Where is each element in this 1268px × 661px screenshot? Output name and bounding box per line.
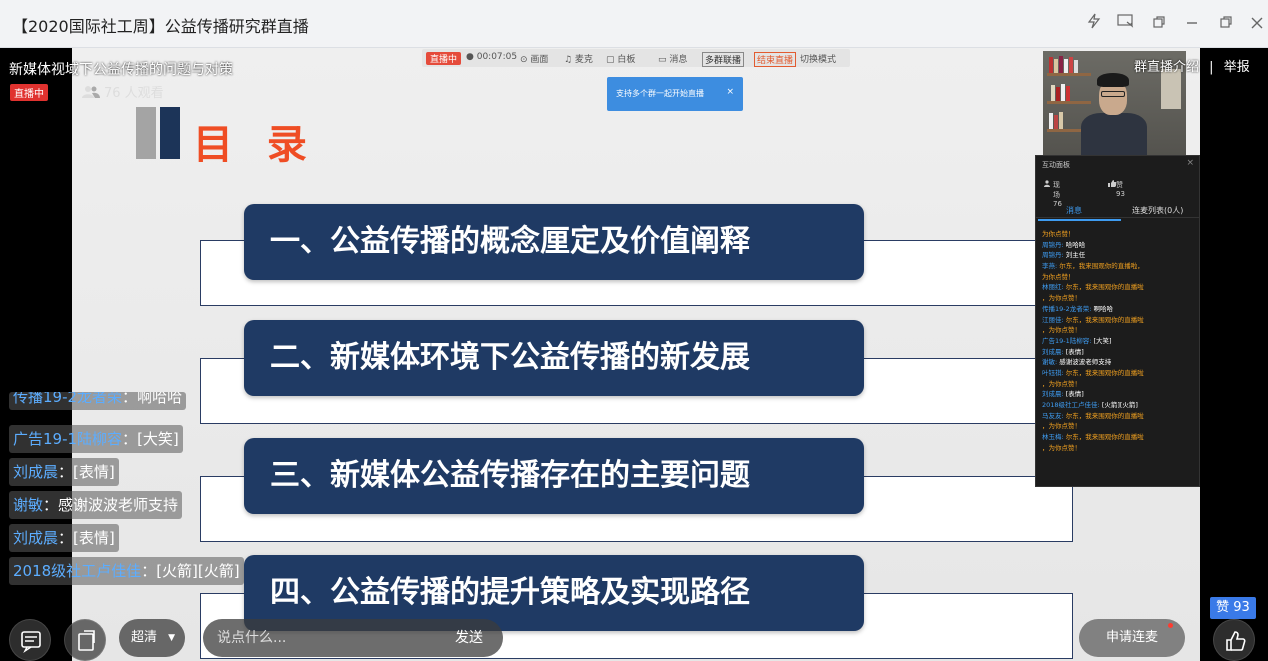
- minimize-icon[interactable]: [1180, 12, 1204, 36]
- viewer-count: 76 人观看: [82, 82, 164, 101]
- stream-item-message: ▭ 消息: [658, 55, 688, 65]
- group-intro-text[interactable]: 群直播介绍: [1134, 60, 1199, 75]
- thumb-icon: [1108, 180, 1116, 187]
- panel-message-list: 为你点赞！ 周锦丹: 哈哈哈 周锦丹: 刘主任 李燕: 尔东，我来围观你的直播啦…: [1042, 229, 1194, 453]
- tab-mic-queue[interactable]: 连麦列表(0人): [1132, 205, 1183, 216]
- heading-decor-navy: [160, 107, 180, 159]
- chat-message: 刘成晨：[表情]: [9, 524, 119, 552]
- live-badge: 直播中: [10, 84, 48, 101]
- list-item: 为你点赞！: [1042, 272, 1075, 281]
- apply-mic-label: 申请连麦: [1105, 630, 1158, 645]
- tooltip-text: 支持多个群一起开始直播: [616, 89, 704, 98]
- stream-item-mic: ♫ 麦克: [564, 55, 593, 65]
- list-item: 叶钰祺: 尔东，我来围观你的直播啦: [1042, 368, 1144, 377]
- notification-dot: [1168, 623, 1173, 628]
- live-title: 新媒体视域下公益传播的问题与对策: [9, 62, 233, 78]
- chat-toggle-button[interactable]: [9, 619, 51, 661]
- stream-item-whiteboard: ▢ 白板: [606, 55, 636, 65]
- tooltip-close-icon: ×: [726, 87, 734, 97]
- list-item: ，为你点赞！: [1042, 294, 1081, 303]
- agenda-item: 二、新媒体环境下公益传播的新发展: [244, 320, 864, 396]
- list-item: ，为你点赞！: [1042, 379, 1081, 388]
- heading-decor-gray: [136, 107, 156, 159]
- rotate-screen-icon: [78, 630, 95, 651]
- list-item: 广告19-1陆柳容: [大笑]: [1042, 336, 1112, 345]
- quality-select[interactable]: 超清 ▼: [119, 619, 185, 657]
- panel-likes-text: 赞 93: [1116, 181, 1125, 198]
- header-separator: |: [1209, 60, 1214, 75]
- like-count-badge: 赞 93: [1210, 597, 1256, 619]
- chat-list-icon: [21, 631, 41, 654]
- slide-heading: 目 录: [193, 122, 317, 168]
- list-item: 江丽佳: 尔东，我来围观你的直播啦: [1042, 315, 1144, 324]
- share-screen-icon[interactable]: [1114, 12, 1138, 36]
- window-titlebar: 【2020国际社工周】公益传播研究群直播: [0, 0, 1268, 48]
- audience-icon: [1044, 180, 1050, 187]
- copy-icon[interactable]: [1147, 12, 1171, 36]
- restore-icon[interactable]: [1214, 12, 1238, 36]
- viewer-count-text: 76 人观看: [104, 86, 164, 101]
- rotate-screen-button[interactable]: [64, 619, 106, 661]
- stream-status: 直播中: [426, 52, 462, 65]
- lightning-icon[interactable]: [1082, 12, 1106, 36]
- chat-message: 刘成晨：[表情]: [9, 458, 119, 486]
- list-item: 为你点赞！: [1042, 230, 1075, 238]
- panel-title: 互动面板: [1042, 161, 1070, 169]
- interactive-panel: 互动面板 × 现场 76 赞 93 消息 连麦列表(0人) 为你点赞！ 周锦丹:…: [1035, 155, 1200, 487]
- chat-message: 谢敏：感谢波波老师支持: [9, 491, 183, 519]
- list-item: 马友友: 尔东，我来围观你的直播啦: [1042, 411, 1144, 420]
- agenda-item: 一、公益传播的概念厘定及价值阐释: [244, 204, 864, 280]
- list-item: 谢敏: 感谢波波老师支持: [1042, 358, 1112, 367]
- close-icon[interactable]: [1245, 12, 1268, 36]
- list-item: 林丽红: 尔东，我来围观你的直播啦: [1042, 283, 1144, 292]
- chevron-down-icon: ▼: [168, 633, 175, 643]
- stream-item-camera: ⊙ 画面: [520, 55, 549, 65]
- list-item: 2018级社工卢佳佳: [火箭][火箭]: [1042, 401, 1138, 409]
- send-button[interactable]: 发送: [455, 619, 503, 657]
- chat-message: 传播19-2龙者荣：啊哈哈: [9, 392, 187, 410]
- list-item: ，为你点赞！: [1042, 326, 1081, 335]
- stream-timer: ● 00:07:05: [466, 52, 518, 62]
- list-item: 周锦丹: 哈哈哈: [1042, 240, 1086, 249]
- report-link[interactable]: 举报: [1224, 60, 1250, 75]
- stream-toolbar: 直播中 ● 00:07:05 ⊙ 画面 ♫ 麦克 ▢ 白板 ▭ 消息 多群联播 …: [422, 49, 850, 67]
- chat-message: 2018级社工卢佳佳：[火箭][火箭]: [9, 557, 244, 585]
- viewers-icon: [82, 86, 100, 98]
- stream-end-live: 结束直播: [754, 52, 797, 67]
- list-item: 刘成晨: [表情]: [1042, 347, 1084, 356]
- like-button[interactable]: [1213, 619, 1255, 661]
- multi-group-tooltip: 支持多个群一起开始直播 ×: [607, 77, 743, 111]
- list-item: ，为你点赞！: [1042, 422, 1081, 431]
- panel-likes: 赞 93: [1108, 180, 1125, 198]
- tab-messages[interactable]: 消息: [1038, 205, 1121, 221]
- group-intro-link[interactable]: 群直播介绍 | 举报: [1134, 56, 1250, 75]
- chat-message: 广告19-1陆柳容：[大笑]: [9, 425, 183, 453]
- stream-multi-group: 多群联播: [702, 52, 745, 67]
- agenda-item: 三、新媒体公益传播存在的主要问题: [244, 438, 864, 514]
- live-stage: 直播中 ● 00:07:05 ⊙ 画面 ♫ 麦克 ▢ 白板 ▭ 消息 多群联播 …: [0, 48, 1268, 661]
- stream-switch-mode: 切换模式: [800, 55, 837, 65]
- list-item: 传播19-2龙者荣: 啊哈哈: [1042, 304, 1114, 313]
- list-item: ，为你点赞！: [1042, 443, 1081, 452]
- quality-label: 超清: [131, 630, 158, 645]
- apply-mic-button[interactable]: 申请连麦: [1079, 619, 1185, 657]
- list-item: 林玉梅: 尔东，我来围观你的直播啦: [1042, 433, 1144, 442]
- window-title: 【2020国际社工周】公益传播研究群直播: [12, 17, 309, 36]
- list-item: 李燕: 尔东，我来围观你的直播啦，: [1042, 262, 1144, 271]
- list-item: 刘成晨: [表情]: [1042, 390, 1084, 399]
- list-item: 周锦丹: 刘主任: [1042, 251, 1086, 260]
- panel-audience: 现场 76: [1044, 180, 1062, 208]
- thumbs-up-icon: [1226, 631, 1246, 651]
- panel-close-icon[interactable]: ×: [1186, 158, 1194, 168]
